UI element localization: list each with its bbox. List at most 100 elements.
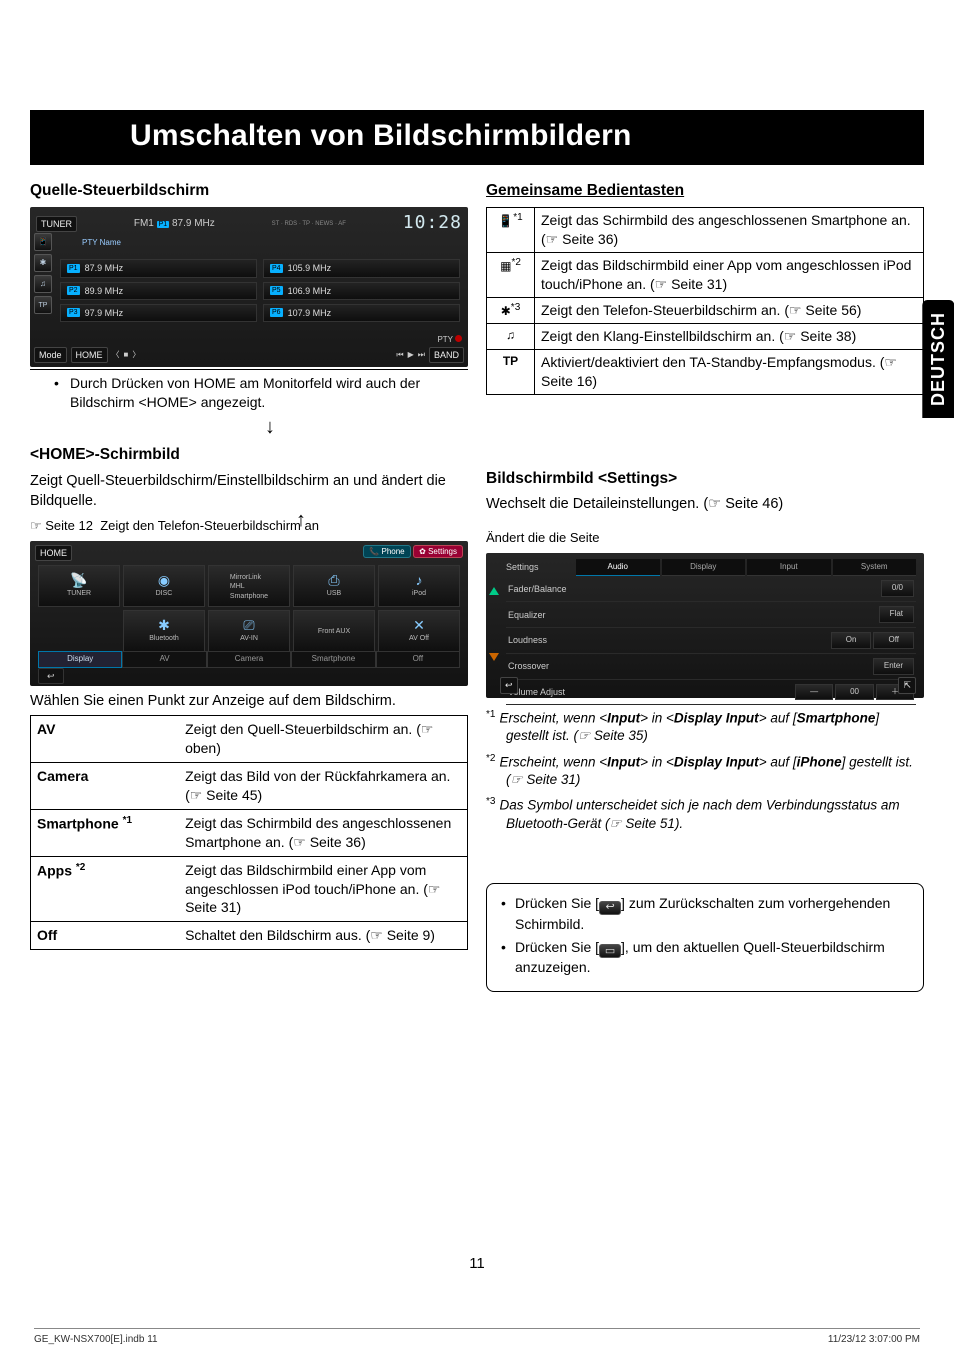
home-screenshot: HOME 📞 Phone ✿ Settings 📡TUNER◉DISCMirro… [30,541,468,686]
preset-button[interactable]: P6107.9 MHz [263,304,460,322]
tuner-source-button[interactable]: TUNER [36,216,77,232]
display-tab-display[interactable]: Display [38,651,122,668]
settings-row-loudness[interactable]: LoudnessOnOff [506,628,916,654]
footnote: *1Erscheint, wenn <Input> in <Display In… [486,708,924,746]
source-usb[interactable]: ⎙USB [293,565,375,607]
page-up-icon[interactable] [489,587,499,595]
source-bluetooth[interactable]: ✱Bluetooth [123,610,205,652]
back-icon: ↩ [599,901,621,915]
tp-icon[interactable]: TP [34,296,52,314]
phone-pill-button[interactable]: 📞 Phone [363,545,410,558]
shared-op-desc: Zeigt den Telefon-Steuerbildschirm an. (… [535,297,924,323]
shared-op-desc: Zeigt das Bildschirmbild einer App vom a… [535,253,924,298]
shared-ops-table: 📱*1Zeigt das Schirmbild des angeschlosse… [486,207,924,394]
smartphone-icon: 📱*1 [487,208,535,253]
settings-row-crossover[interactable]: CrossoverEnter [506,654,916,680]
transport-controls[interactable]: 〈 ■ 〉 ⏮ ▶ ⏭ [112,350,425,361]
display-tab-av[interactable]: AV [122,651,206,668]
tp-label: TP [487,349,535,394]
settings-tab-display[interactable]: Display [662,559,746,577]
source-av-off[interactable]: ✕AV Off [378,610,460,652]
settings-tab-audio[interactable]: Audio [576,559,660,577]
footer-right: 11/23/12 3:07:00 PM [828,1333,920,1347]
footer-left: GE_KW-NSX700[E].indb 11 [34,1333,158,1347]
preset-button[interactable]: P187.9 MHz [60,259,257,277]
shared-op-desc: Zeigt den Klang-Einstellbildschirm an. (… [535,323,924,349]
source-ipod[interactable]: ♪iPod [378,565,460,607]
select-prompt: Wählen Sie einen Punkt zur Anzeige auf d… [30,692,468,712]
home-button[interactable]: HOME [71,347,108,363]
current-source-button[interactable]: ⇱ [898,677,916,693]
pty-indicator: PTY [437,335,462,346]
home-header: HOME [35,545,72,561]
tip-item: Drücken Sie [▭], um den aktuellen Quell-… [501,938,909,977]
display-tab-off[interactable]: Off [376,651,460,668]
preset-button[interactable]: P289.9 MHz [60,282,257,300]
source-av-in[interactable]: ⎚AV-IN [208,610,290,652]
smartphone-icon[interactable]: 📱 [34,233,52,251]
display-opt-key: Apps *2 [31,856,180,922]
source-disc[interactable]: ◉DISC [123,565,205,607]
display-tab-smartphone[interactable]: Smartphone [291,651,375,668]
source-mirrorlink-mhl-smartphone[interactable]: MirrorLinkMHLSmartphone [208,565,290,607]
settings-title: Settings [506,561,576,573]
settings-row-fader-balance[interactable]: Fader/Balance0/0 [506,576,916,602]
page-ref-12: ☞ Seite 12 [30,517,93,535]
bluetooth-icon: ✱*3 [487,297,535,323]
display-opt-key: Off [31,922,180,950]
preset-button[interactable]: P5106.9 MHz [263,282,460,300]
flow-arrow-up-icon: ↑ [296,507,306,534]
language-tab: DEUTSCH [922,300,954,418]
shared-op-desc: Aktiviert/deaktiviert den TA-Standby-Emp… [535,349,924,394]
settings-pill-button[interactable]: ✿ Settings [413,545,463,558]
display-opt-key: AV [31,716,180,763]
settings-tab-input[interactable]: Input [747,559,831,577]
settings-row-volume-adjust[interactable]: Volume Adjust—00＋ [506,680,916,706]
display-opt-val: Zeigt den Quell-Steuerbildschirm an. (☞ … [179,716,467,763]
preset-button[interactable]: P397.9 MHz [60,304,257,322]
settings-screen-heading: Bildschirmbild <Settings> [486,469,924,490]
print-footer: GE_KW-NSX700[E].indb 11 11/23/12 3:07:00… [34,1328,920,1347]
page-down-icon[interactable] [489,653,499,661]
play-icon[interactable]: ▶ [408,350,414,361]
settings-row-equalizer[interactable]: EqualizerFlat [506,602,916,628]
source-front-aux[interactable]: Front AUX [293,610,375,652]
display-opt-val: Zeigt das Bild von der Rückfahrkamera an… [179,763,467,810]
skip-fwd-icon[interactable]: ⏭ [418,350,425,361]
back-button[interactable]: ↩ [500,677,518,693]
equalizer-icon: ♫ [487,323,535,349]
settings-screen-desc: Wechselt die Detaileinstellungen. (☞ Sei… [486,495,924,515]
next-icon[interactable]: 〉 [132,350,140,361]
pager-label: Ändert die die Seite [486,529,924,547]
back-button[interactable]: ↩ [38,668,64,684]
flow-arrow-down-icon: ↓ [72,414,468,441]
pty-label: PTY Name [82,238,121,247]
current-frequency: 87.9 MHz [172,218,215,229]
tip-item: Drücken Sie [↩] zum Zurückschalten zum v… [501,894,909,933]
telco-screen-caption: Zeigt den Telefon-Steuerbildschirm an [100,518,319,533]
apps-icon: ▦*2 [487,253,535,298]
tuner-clock: 10:28 [403,211,462,235]
band-button[interactable]: BAND [429,347,464,363]
display-opt-key: Camera [31,763,180,810]
display-tab-camera[interactable]: Camera [207,651,291,668]
source-control-heading: Quelle-Steuerbildschirm [30,181,468,202]
shared-ops-heading: Gemeinsame Bedientasten [486,181,924,202]
display-opt-key: Smartphone *1 [31,809,180,856]
page-title: Umschalten von Bildschirmbildern [30,110,924,165]
mode-button[interactable]: Mode [34,347,67,363]
page-number: 11 [30,1254,924,1274]
stop-icon[interactable]: ■ [124,350,129,361]
current-source-icon: ▭ [599,944,621,958]
settings-tab-system[interactable]: System [833,559,917,577]
prev-icon[interactable]: 〈 [112,350,120,361]
tuner-band: FM1 [134,218,154,229]
equalizer-icon[interactable]: ♫ [34,275,52,293]
preset-button[interactable]: P4105.9 MHz [263,259,460,277]
home-button-note: Durch Drücken von HOME am Monitorfeld wi… [30,369,468,418]
source-tuner[interactable]: 📡TUNER [38,565,120,607]
shared-op-desc: Zeigt das Schirmbild des angeschlossenen… [535,208,924,253]
bluetooth-icon[interactable]: ✱ [34,254,52,272]
home-screen-desc: Zeigt Quell-Steuerbildschirm/Einstellbil… [30,472,468,511]
skip-back-icon[interactable]: ⏮ [396,350,403,361]
